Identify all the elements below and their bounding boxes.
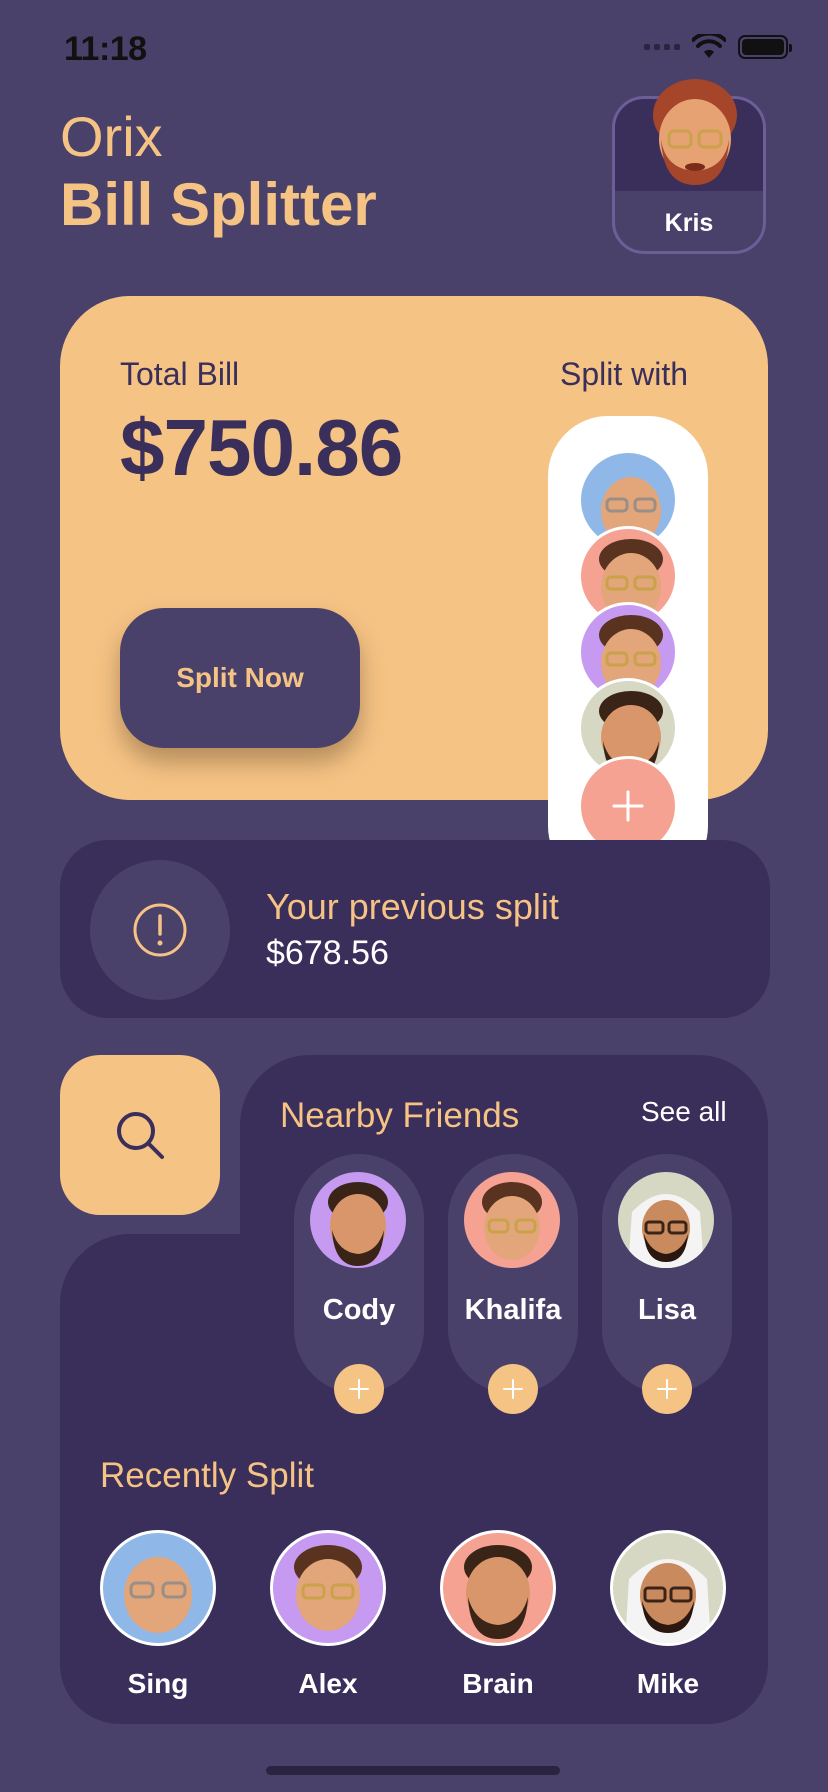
add-friend-button[interactable] [642,1364,692,1414]
app-brand: Orix [60,105,163,168]
plus-icon [349,1379,369,1399]
battery-icon [738,35,792,59]
split-now-button[interactable]: Split Now [120,608,360,748]
friend-card[interactable]: Khalifa [448,1154,578,1414]
status-time: 11:18 [64,30,147,68]
plus-icon [657,1379,677,1399]
avatar [645,77,745,187]
avatar [310,1172,406,1268]
plus-icon [503,1379,523,1399]
recent-person[interactable]: Alex [270,1530,386,1700]
plus-icon [612,790,644,822]
friend-card[interactable]: Cody [294,1154,424,1414]
profile-card[interactable]: Kris [612,79,766,254]
profile-name: Kris [664,209,714,237]
search-button[interactable] [60,1055,220,1215]
recent-person[interactable]: Mike [610,1530,726,1700]
recent-person-name: Sing [127,1668,189,1699]
avatar [610,1530,726,1646]
add-friend-button[interactable] [334,1364,384,1414]
previous-split-value: $678.56 [266,934,389,972]
add-friend-button[interactable] [488,1364,538,1414]
previous-split-label: Your previous split [266,886,559,927]
recent-person-name: Alex [298,1668,358,1699]
friend-name: Lisa [637,1294,697,1326]
avatar [464,1172,560,1268]
friend-name: Khalifa [464,1294,562,1326]
signal-icon [644,44,680,50]
split-with-panel [548,416,708,886]
search-icon [117,1112,164,1159]
avatar [618,1172,714,1268]
nearby-friends-title: Nearby Friends [280,1096,520,1135]
total-bill-value: $750.86 [120,403,403,492]
status-icons [644,34,792,60]
friend-name: Cody [322,1294,396,1326]
alert-icon [90,860,230,1000]
avatar [440,1530,556,1646]
total-bill-label: Total Bill [120,356,240,392]
wifi-icon [692,34,726,60]
avatar [270,1530,386,1646]
recent-person-name: Mike [636,1668,700,1699]
see-all-link[interactable]: See all [641,1096,727,1128]
page-title: Bill Splitter [60,171,377,238]
recently-split-title: Recently Split [100,1456,314,1495]
avatar [100,1530,216,1646]
recent-person-name: Brain [462,1668,534,1699]
home-indicator[interactable] [266,1766,560,1775]
split-with-label: Split with [560,356,689,392]
recent-person[interactable]: Brain [440,1530,556,1700]
recent-person[interactable]: Sing [100,1530,216,1700]
friend-card[interactable]: Lisa [602,1154,732,1414]
